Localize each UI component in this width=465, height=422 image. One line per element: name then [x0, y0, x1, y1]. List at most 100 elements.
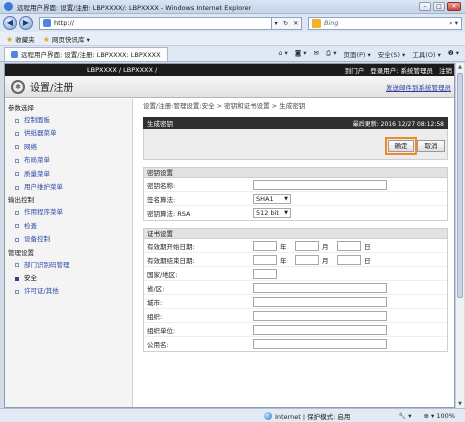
day-unit: 日	[364, 256, 371, 265]
key-settings-title: 密钥设置	[144, 168, 447, 178]
vertical-scrollbar[interactable]: ▲ ▼	[455, 63, 464, 408]
favorites-button[interactable]: ★ 收藏夹	[6, 34, 35, 44]
logged-user: 登录用户: 系统管理员	[370, 67, 433, 75]
page-favicon-icon	[43, 19, 51, 27]
start-day-input[interactable]	[337, 240, 361, 251]
bullet-icon	[15, 237, 19, 242]
maximize-button[interactable]: □	[433, 2, 445, 11]
search-placeholder: Bing	[324, 19, 339, 27]
page-viewport: LBPXXXX / LBPXXXX / 到门户 登录用户: 系统管理员 注销 ✱…	[4, 63, 455, 408]
sidebar-item-paper-source[interactable]: 供纸器菜单	[5, 127, 132, 140]
key-name-row: 密钥名称:	[144, 178, 447, 192]
bing-icon	[312, 18, 321, 28]
sidebar-item-user-maintenance[interactable]: 用户维护菜单	[5, 181, 132, 194]
province-input[interactable]	[253, 282, 387, 293]
cancel-button[interactable]: 取消	[417, 140, 445, 152]
sidebar-item-layout[interactable]: 布局菜单	[5, 154, 132, 167]
org-row: 组织:	[144, 309, 447, 323]
year-unit: 年	[280, 256, 287, 265]
search-input[interactable]: Bing ⌕ ▾	[308, 16, 462, 30]
scroll-down-icon[interactable]: ▼	[456, 400, 464, 408]
address-actions: ▾ ↻ ✕	[272, 16, 302, 30]
portal-link[interactable]: 到门户	[345, 65, 365, 75]
mail-admin-link[interactable]: 发送邮件到系统管理员	[386, 82, 451, 92]
bullet-icon	[15, 132, 19, 137]
day-unit: 日	[364, 242, 371, 251]
scroll-up-icon[interactable]: ▲	[456, 63, 464, 71]
ok-button[interactable]: 确定	[385, 137, 417, 155]
org-unit-input[interactable]	[253, 324, 387, 335]
sidebar-item-control-panel[interactable]: 控制面板	[5, 114, 132, 127]
logout-link[interactable]: 注销	[439, 65, 452, 75]
home-icon[interactable]: ⌂ ▾	[278, 49, 287, 59]
common-name-row: 公用名:	[144, 337, 447, 351]
browser-tab[interactable]: 远程用户界面: 设置/注册: LBPXXXX: LBPXXXX	[4, 46, 168, 61]
back-button[interactable]: ◀	[3, 16, 17, 30]
sidebar-group-preferences: 参数选择	[8, 104, 34, 112]
address-row: ◀ ▶ http:// ▾ ↻ ✕ Bing ⌕ ▾	[0, 14, 465, 32]
security-zone[interactable]: Internet | 保护模式: 启用	[264, 411, 350, 421]
sidebar-group-output: 输出控制	[8, 196, 34, 205]
forward-button[interactable]: ▶	[19, 16, 33, 30]
cert-settings-section: 证书设置 有效期开始日期: 年 月 日 有效期结束日期: 年 月 日 国家/地区…	[143, 228, 448, 352]
end-date-row: 有效期结束日期: 年 月 日	[144, 253, 447, 267]
close-button[interactable]: ✕	[447, 2, 461, 11]
sidebar-item-license[interactable]: 许可证/其他	[5, 285, 132, 298]
country-input[interactable]	[253, 268, 277, 279]
globe-icon	[264, 411, 272, 420]
help-menu[interactable]: ❷ ▾	[448, 49, 459, 59]
app-header: ✱ 设置/注册 发送邮件到系统管理员	[5, 76, 454, 98]
search-icon[interactable]: ⌕ ▾	[449, 19, 458, 28]
bullet-icon	[15, 172, 19, 177]
sidebar-item-network[interactable]: 网络	[5, 141, 132, 154]
bullet-icon	[15, 263, 19, 268]
add-favorite-icon: ★	[42, 34, 50, 44]
bullet-icon	[15, 145, 19, 150]
end-month-input[interactable]	[295, 254, 319, 265]
app-top-bar: LBPXXXX / LBPXXXX / 到门户 登录用户: 系统管理员 注销	[5, 64, 454, 76]
key-length-select[interactable]: 512 bit ▼	[253, 208, 291, 218]
key-algo-row: 密钥算法: RSA 512 bit ▼	[144, 206, 447, 220]
mail-icon[interactable]: ✉	[313, 49, 318, 59]
city-row: 城市:	[144, 295, 447, 309]
sidebar-item-check[interactable]: 检查	[5, 220, 132, 233]
org-input[interactable]	[253, 310, 387, 321]
sidebar-item-utility[interactable]: 作用程序菜单	[5, 206, 132, 219]
common-name-input[interactable]	[253, 339, 387, 349]
sidebar-item-device-control[interactable]: 设备控制	[5, 233, 132, 246]
bullet-icon	[15, 158, 19, 163]
safety-menu[interactable]: 安全(S) ▾	[378, 49, 406, 59]
page-menu[interactable]: 页面(P) ▾	[343, 49, 370, 59]
sidebar-item-quality[interactable]: 质量菜单	[5, 168, 132, 181]
scrollbar-thumb[interactable]	[457, 73, 463, 298]
feeds-icon[interactable]: ◙ ▾	[295, 49, 307, 59]
zoom-control[interactable]: ⊕ ▾ 100%	[424, 412, 455, 420]
key-name-input[interactable]	[253, 179, 387, 190]
end-year-input[interactable]	[253, 254, 277, 265]
tools-menu[interactable]: 工具(O) ▾	[412, 49, 441, 59]
sidebar-item-security[interactable]: 安全	[5, 272, 132, 285]
settings-icon[interactable]: 🔧 ▾	[398, 412, 411, 420]
cert-settings-title: 证书设置	[144, 229, 447, 239]
web-slice-button[interactable]: ★ 网页快讯库 ▾	[43, 34, 90, 44]
sidebar-item-dept-id[interactable]: 部门识别码管理	[5, 259, 132, 272]
panel-title-bar: 生成密钥 最后更新: 2016 12/27 08:12:58	[143, 117, 448, 129]
refresh-icon[interactable]: ↻	[283, 20, 288, 27]
org-label: 组织:	[147, 312, 163, 321]
start-month-input[interactable]	[295, 240, 319, 251]
bullet-icon	[15, 289, 19, 294]
dropdown-icon[interactable]: ▾	[275, 20, 278, 27]
signature-select[interactable]: SHA1 ▼	[253, 193, 291, 204]
minimize-button[interactable]: –	[419, 2, 431, 11]
stop-icon[interactable]: ✕	[293, 20, 298, 27]
chevron-down-icon: ▼	[284, 210, 288, 216]
end-day-input[interactable]	[337, 254, 361, 265]
chevron-down-icon: ▼	[284, 195, 288, 202]
start-year-input[interactable]	[253, 240, 277, 251]
city-label: 城市:	[147, 298, 163, 307]
breadcrumb: 设置/注册:管理设置:安全 > 密钥和证书设置 > 生成密钥	[143, 102, 306, 110]
city-input[interactable]	[253, 296, 387, 307]
address-bar[interactable]: http://	[39, 16, 272, 30]
print-icon[interactable]: ⎙ ▾	[326, 49, 337, 59]
bullet-icon	[15, 276, 19, 281]
